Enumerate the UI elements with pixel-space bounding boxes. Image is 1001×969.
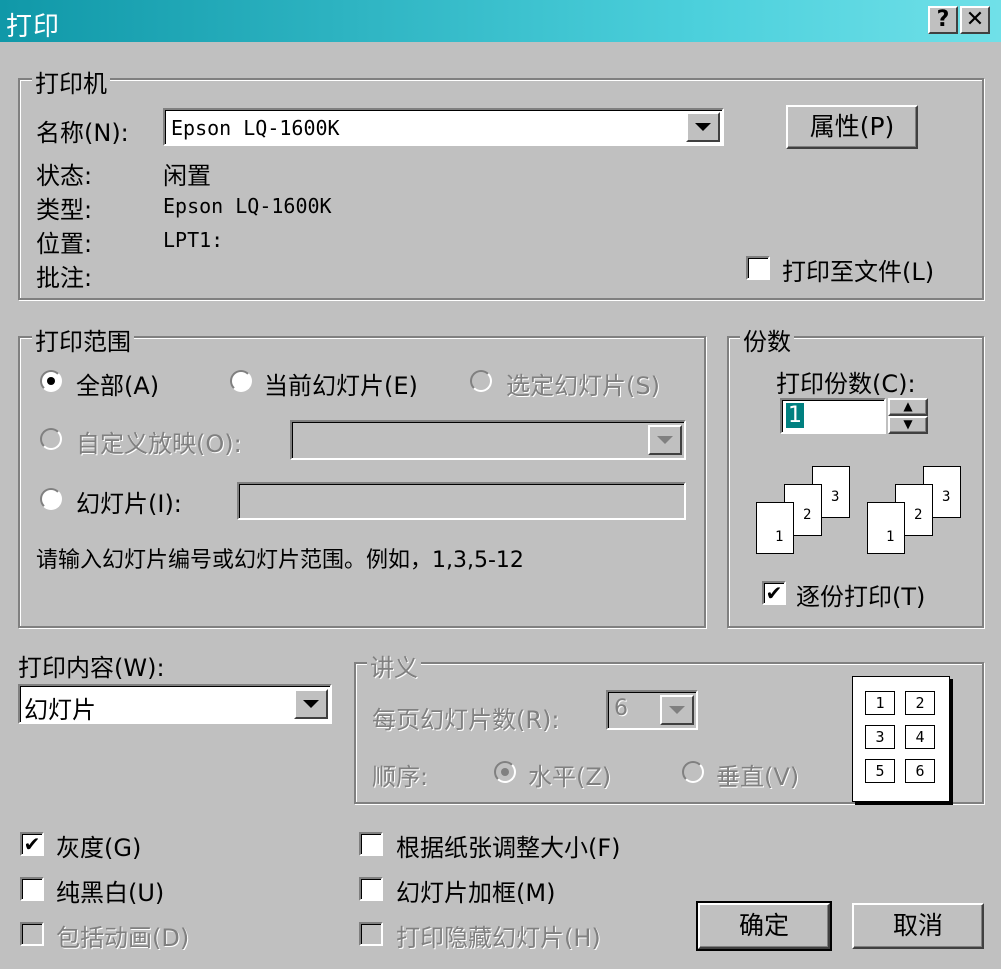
range-current-radio[interactable] [230,370,252,392]
status-value: 闲置 [163,162,211,190]
range-current-label: 当前幻灯片(E) [264,372,418,400]
print-to-file-checkbox[interactable] [746,256,770,280]
copies-spinner[interactable]: ▲ ▼ [888,398,928,434]
page-icon: 1 [756,502,794,554]
status-label: 状态: [36,162,93,190]
printer-name-label: 名称(N): [36,119,129,147]
close-button[interactable]: ✕ [960,6,990,34]
cancel-button[interactable]: 取消 [852,903,984,949]
print-hidden-label: 打印隐藏幻灯片(H) [396,924,601,952]
custom-show-dropdown [290,420,686,460]
scale-to-fit-label: 根据纸张调整大小(F) [396,834,621,862]
range-slides-radio[interactable] [40,488,62,510]
collate-label: 逐份打印(T) [796,583,926,611]
preview-cell: 5 [865,759,895,783]
title-bar [0,0,1001,42]
chevron-down-icon[interactable] [294,689,328,719]
chevron-down-icon[interactable] [686,112,720,142]
print-hidden-checkbox [359,922,383,946]
range-all-label: 全部(A) [76,372,160,400]
preview-cell: 2 [905,691,935,715]
page-icon: 1 [867,502,905,554]
per-page-value: 6 [614,696,628,721]
slides-input[interactable] [237,482,686,520]
handouts-legend: 讲义 [367,648,421,683]
range-all-radio[interactable] [40,370,62,392]
preview-cell: 3 [865,725,895,749]
properties-button[interactable]: 属性(P) [786,105,918,149]
preview-cell: 6 [905,759,935,783]
window-title: 打印 [6,12,61,42]
include-animations-label: 包括动画(D) [56,924,190,952]
order-horizontal-radio [494,761,516,783]
scale-to-fit-checkbox[interactable] [359,832,383,856]
type-label: 类型: [36,196,93,224]
location-value: LPT1: [163,228,224,252]
preview-cell: 1 [865,691,895,715]
pure-bw-label: 纯黑白(U) [56,879,165,907]
chevron-down-icon [648,425,682,455]
collate-checkbox[interactable]: ✔ [762,581,786,605]
handout-preview: 1 2 3 4 5 6 [852,676,950,802]
per-page-label: 每页幻灯片数(R): [372,706,560,734]
printer-legend: 打印机 [32,64,110,99]
print-content-label: 打印内容(W): [18,654,165,682]
range-hint: 请输入幻灯片编号或幻灯片范围。例如，1,3,5-12 [36,548,524,573]
per-page-dropdown: 6 [606,690,698,730]
frame-slides-label: 幻灯片加框(M) [396,879,556,907]
order-vertical-radio [682,761,704,783]
grayscale-label: 灰度(G) [56,834,142,862]
print-content-value: 幻灯片 [24,696,96,724]
printer-name-dropdown[interactable]: Epson LQ-1600K [163,108,724,146]
order-label: 顺序: [372,763,429,791]
preview-cell: 4 [905,725,935,749]
print-to-file-label: 打印至文件(L) [782,258,935,286]
type-value: Epson LQ-1600K [163,194,332,218]
comment-label: 批注: [36,264,93,292]
range-custom-radio [40,428,62,450]
range-legend: 打印范围 [32,322,134,357]
help-button[interactable]: ? [928,6,958,34]
print-content-dropdown[interactable]: 幻灯片 [18,684,332,724]
order-vertical-label: 垂直(V) [716,763,800,791]
grayscale-checkbox[interactable]: ✔ [20,832,44,856]
range-slides-label: 幻灯片(I): [76,490,182,518]
chevron-down-icon [660,695,694,725]
copies-count-value: 1 [786,403,804,428]
ok-button[interactable]: 确定 [696,901,832,951]
frame-slides-checkbox[interactable] [359,877,383,901]
collate-stack-icon: 3 2 1 [867,462,967,562]
copies-count-input[interactable]: 1 [780,398,886,434]
spin-up-button[interactable]: ▲ [888,398,928,416]
include-animations-checkbox [20,922,44,946]
spin-down-button[interactable]: ▼ [888,416,928,434]
collate-stack-icon: 3 2 1 [756,462,856,562]
range-selection-label: 选定幻灯片(S) [506,372,660,400]
copies-legend: 份数 [740,322,794,357]
copies-count-label: 打印份数(C): [776,370,916,398]
pure-bw-checkbox[interactable] [20,877,44,901]
range-custom-label: 自定义放映(O): [76,430,242,458]
printer-name-value: Epson LQ-1600K [171,116,340,140]
range-selection-radio [470,370,492,392]
location-label: 位置: [36,230,93,258]
order-horizontal-label: 水平(Z) [528,763,612,791]
